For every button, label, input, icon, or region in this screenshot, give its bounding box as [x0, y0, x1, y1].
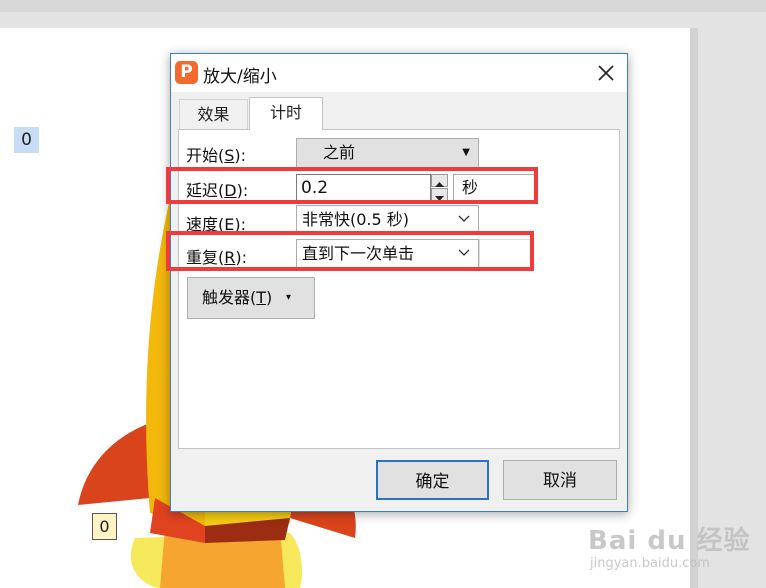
- speed-select[interactable]: 非常快(0.5 秒): [296, 205, 479, 234]
- repeat-highlight-box: [166, 231, 534, 271]
- dialog-title: 放大/缩小: [203, 67, 277, 87]
- dropdown-arrow-icon: ▾: [286, 292, 292, 303]
- dropdown-arrow-icon: ▼: [462, 147, 470, 158]
- watermark-sub: jingyan.baidu.com: [590, 556, 710, 571]
- start-select[interactable]: 之前 ▼: [296, 138, 479, 168]
- start-select-value: 之前: [323, 143, 356, 162]
- trigger-label: 触发器(T): [202, 288, 273, 307]
- wps-logo-icon: P: [175, 61, 198, 84]
- watermark-main: Bai du 经验: [588, 526, 751, 556]
- animation-tag[interactable]: 0: [92, 513, 117, 540]
- zoom-timing-dialog: P 放大/缩小 效果 计时 开始(S): 之前 ▼ 延迟(D): 0.2 秒 速…: [170, 53, 628, 512]
- tab-effect[interactable]: 效果: [179, 99, 248, 130]
- slide-shadow: [690, 28, 698, 588]
- speed-select-value: 非常快(0.5 秒): [302, 210, 410, 229]
- animation-tag[interactable]: 0: [14, 127, 39, 153]
- start-label: 开始(S):: [186, 146, 247, 165]
- ok-button[interactable]: 确定: [376, 460, 489, 500]
- cancel-button[interactable]: 取消: [503, 460, 617, 500]
- trigger-button[interactable]: 触发器(T) ▾: [187, 277, 315, 319]
- top-bar: [0, 0, 766, 12]
- tab-timing[interactable]: 计时: [249, 97, 323, 130]
- close-icon: [598, 65, 614, 81]
- dialog-titlebar[interactable]: P 放大/缩小: [171, 54, 627, 92]
- close-button[interactable]: [591, 59, 621, 87]
- delay-highlight-box: [166, 167, 538, 204]
- baidu-watermark: Bai du 经验 jingyan.baidu.com: [588, 520, 758, 580]
- chevron-down-icon: [458, 215, 470, 222]
